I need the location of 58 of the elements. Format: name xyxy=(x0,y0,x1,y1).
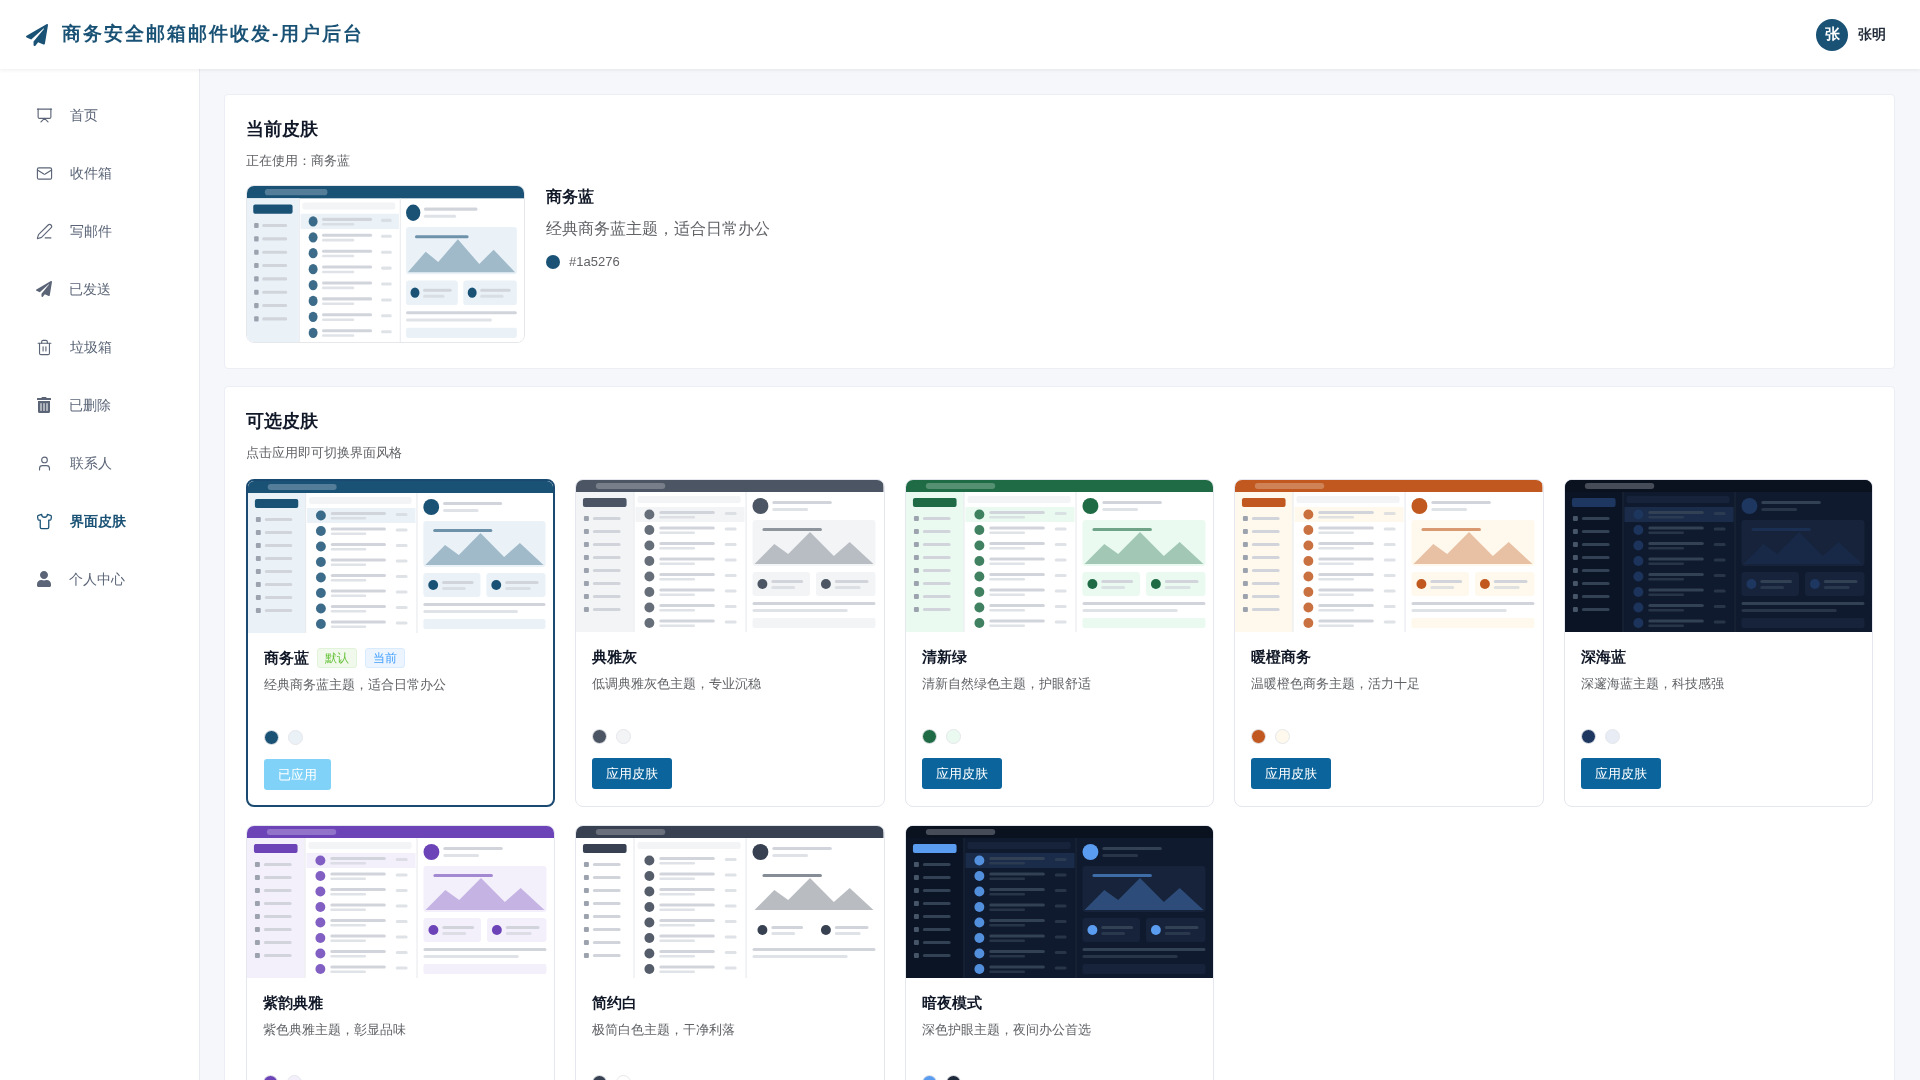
skin-description: 深邃海蓝主题，科技感强 xyxy=(1580,675,1725,693)
sidebar-item[interactable]: 收件箱 xyxy=(0,144,199,202)
theme-tag: 当前 xyxy=(365,648,405,668)
sidebar-item[interactable]: 已删除 xyxy=(0,376,199,434)
skin-card[interactable]: 清新绿 清新自然绿色主题，护眼舒适 应用皮肤 xyxy=(904,479,1215,807)
skin-name: 暖橙商务 xyxy=(1251,646,1312,667)
skin-description: 紫色典雅主题，彰显品味 xyxy=(263,1021,407,1039)
user-avatar[interactable]: 张 xyxy=(1816,18,1848,51)
sidebar-item[interactable]: 已发送 xyxy=(0,260,199,318)
shirt-icon xyxy=(36,512,53,530)
trash-icon xyxy=(36,397,52,413)
app-title: 商务安全邮箱邮件收发-用户后台 xyxy=(62,22,365,47)
skin-card[interactable]: 暗夜模式 深色护眼主题，夜间办公首选 xyxy=(904,825,1215,1080)
apply-skin-button[interactable]: 应用皮肤 xyxy=(1251,758,1332,789)
section-subtitle: 正在使用：商务蓝 xyxy=(246,152,351,170)
skin-card[interactable]: 简约白 极简白色主题，干净利落 xyxy=(575,825,885,1080)
pen-icon xyxy=(36,222,53,240)
skin-description: 深色护眼主题，夜间办公首选 xyxy=(921,1021,1092,1039)
skin-name: 商务蓝 xyxy=(546,187,595,207)
apply-skin-button[interactable]: 应用皮肤 xyxy=(921,758,1002,789)
skin-description: 经典商务蓝主题，适合日常办公 xyxy=(264,676,447,694)
skin-description: 清新自然绿色主题，护眼舒适 xyxy=(921,675,1092,693)
skin-name: 商务蓝 xyxy=(264,647,309,668)
paper-plane-icon xyxy=(26,23,48,46)
user-icon xyxy=(36,454,53,472)
skin-name: 深海蓝 xyxy=(1580,646,1626,667)
skin-name: 暗夜模式 xyxy=(921,992,982,1013)
sidebar-item[interactable]: 联系人 xyxy=(0,434,199,492)
paper-plane-icon xyxy=(36,281,52,297)
skin-description: 极简白色主题，干净利落 xyxy=(592,1021,737,1039)
skin-description: 低调典雅灰色主题，专业沉稳 xyxy=(592,675,763,693)
trash-icon xyxy=(36,338,53,356)
sidebar-item[interactable]: 界面皮肤 xyxy=(0,492,199,550)
envelope-icon xyxy=(36,164,53,182)
color-code: #1a5276 xyxy=(569,253,620,271)
theme-tag: 默认 xyxy=(317,648,357,668)
user-name[interactable]: 张明 xyxy=(1858,24,1886,45)
sidebar-item[interactable]: 写邮件 xyxy=(0,202,199,260)
apply-skin-button[interactable]: 应用皮肤 xyxy=(1580,758,1661,789)
sidebar-item[interactable]: 垃圾箱 xyxy=(0,318,199,376)
section-title: 可选皮肤 xyxy=(246,410,319,433)
user-icon xyxy=(36,571,52,587)
apply-skin-button[interactable]: 应用皮肤 xyxy=(592,758,673,789)
skin-name: 典雅灰 xyxy=(592,646,638,667)
skin-card[interactable]: 典雅灰 低调典雅灰色主题，专业沉稳 应用皮肤 xyxy=(575,479,885,807)
skin-name: 简约白 xyxy=(592,992,638,1013)
section-subtitle: 点击应用即可切换界面风格 xyxy=(246,444,403,462)
skin-card[interactable]: 深海蓝 深邃海蓝主题，科技感强 应用皮肤 xyxy=(1563,479,1873,807)
skin-card[interactable]: 暖橙商务 温暖橙色商务主题，活力十足 应用皮肤 xyxy=(1234,479,1544,807)
easel-chart-icon xyxy=(36,106,53,124)
skin-card[interactable]: 紫韵典雅 紫色典雅主题，彰显品味 xyxy=(246,825,556,1080)
section-title: 当前皮肤 xyxy=(246,118,319,141)
skin-name: 清新绿 xyxy=(921,646,967,667)
skin-description: 经典商务蓝主题，适合日常办公 xyxy=(546,219,770,239)
skin-description: 温暖橙色商务主题，活力十足 xyxy=(1251,675,1422,693)
sidebar-item[interactable]: 个人中心 xyxy=(0,550,199,608)
sidebar-item[interactable]: 首页 xyxy=(0,86,199,144)
skin-name: 紫韵典雅 xyxy=(263,992,323,1013)
